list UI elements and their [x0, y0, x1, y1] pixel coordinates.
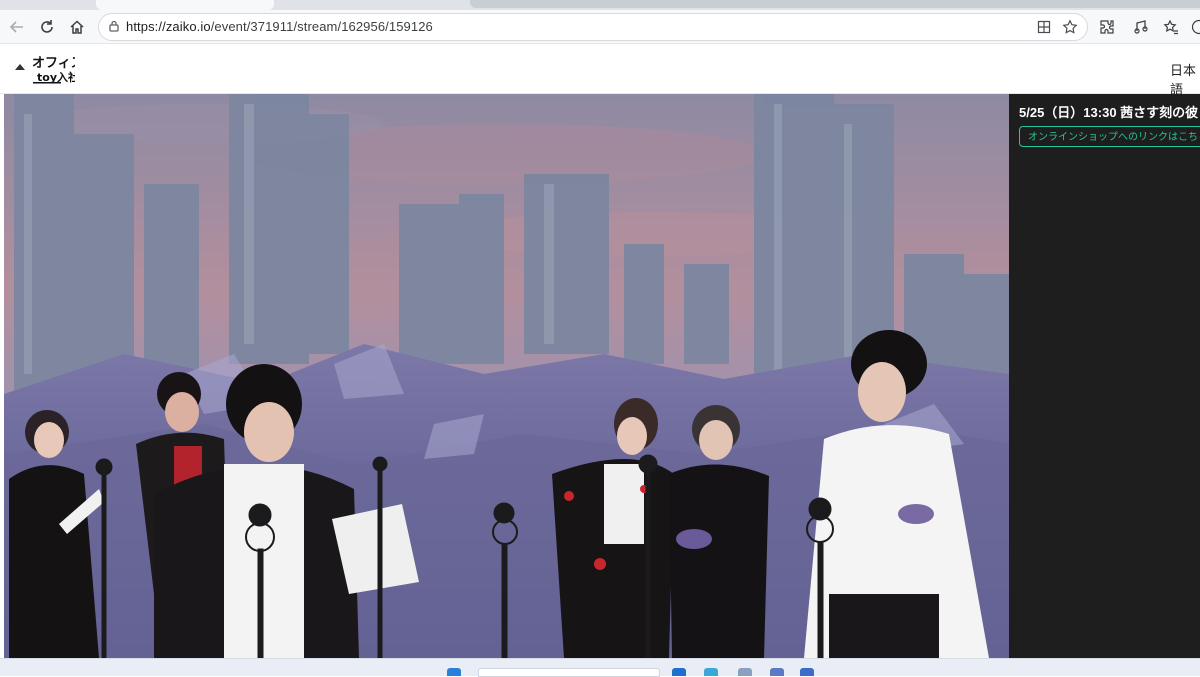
url-text[interactable]: https://zaiko.io/event/371911/stream/162…	[126, 19, 433, 34]
address-bar[interactable]: https://zaiko.io/event/371911/stream/162…	[98, 13, 1088, 41]
svg-text:オフィス: オフィス	[32, 56, 75, 71]
taskbar-search-box[interactable]	[478, 668, 660, 677]
favorite-star-icon[interactable]	[1061, 18, 1079, 36]
event-side-panel: 5/25（日）13:30 茜さす刻の彼 オンラインショップへのリンクはこちらから…	[1009, 94, 1200, 658]
media-control-icon[interactable]	[1130, 16, 1152, 38]
video-player[interactable]	[4, 94, 1009, 658]
site-header: オフィス toy入社 日本語	[0, 44, 1200, 94]
favorites-icon[interactable]	[1160, 16, 1182, 38]
app-available-icon[interactable]	[1035, 18, 1053, 36]
home-icon[interactable]	[66, 16, 88, 38]
reload-icon[interactable]	[36, 16, 58, 38]
extensions-icon[interactable]	[1096, 16, 1118, 38]
stream-frame	[4, 94, 1009, 658]
site-logo[interactable]: オフィス toy入社	[31, 52, 75, 86]
lock-icon[interactable]	[107, 19, 121, 33]
language-selector[interactable]: 日本語	[1170, 60, 1200, 98]
url-host: https://zaiko.io	[126, 19, 211, 34]
svg-text:toy入社: toy入社	[37, 70, 75, 84]
browser-toolbar: https://zaiko.io/event/371911/stream/162…	[0, 10, 1200, 44]
taskbar	[0, 658, 1200, 676]
profile-icon[interactable]	[1188, 16, 1200, 38]
online-shop-link[interactable]: オンラインショップへのリンクはこちらから！	[1019, 126, 1200, 147]
collapse-caret-icon[interactable]	[15, 64, 25, 70]
tab-strip-empty	[470, 0, 1200, 8]
event-title: 5/25（日）13:30 茜さす刻の彼	[1019, 102, 1198, 121]
url-path: /event/371911/stream/162956/159126	[211, 19, 433, 34]
active-tab[interactable]	[96, 0, 274, 10]
tab-strip	[0, 0, 1200, 10]
back-icon[interactable]	[6, 16, 28, 38]
